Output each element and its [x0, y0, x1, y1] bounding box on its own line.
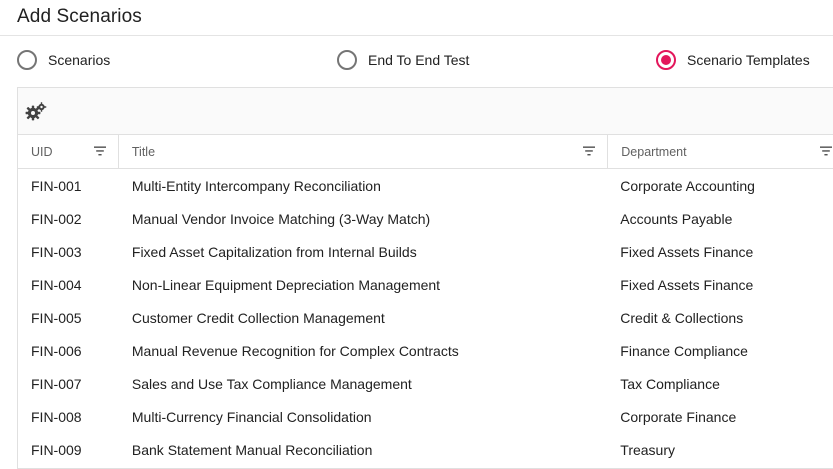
table-row[interactable]: FIN-002 Manual Vendor Invoice Matching (…: [18, 202, 833, 235]
cell-uid: FIN-009: [31, 441, 82, 458]
cell-department: Finance Compliance: [620, 342, 748, 359]
grid-body: FIN-001 Multi-Entity Intercompany Reconc…: [18, 169, 833, 466]
cell-uid: FIN-002: [31, 210, 82, 227]
filter-icon[interactable]: [93, 146, 106, 156]
grid-header-row: UID Title Department: [18, 135, 833, 169]
radio-scenario-templates[interactable]: Scenario Templates: [656, 50, 810, 70]
cell-title: Bank Statement Manual Reconciliation: [131, 441, 373, 458]
cell-department: Accounts Payable: [620, 210, 733, 227]
radio-label: Scenarios: [48, 52, 111, 68]
radio-scenarios[interactable]: Scenarios: [17, 50, 110, 70]
radio-circle[interactable]: [656, 50, 676, 70]
table-row[interactable]: FIN-003 Fixed Asset Capitalization from …: [18, 235, 833, 268]
radio-end-to-end-test[interactable]: End To End Test: [337, 50, 469, 70]
radio-circle[interactable]: [17, 50, 37, 70]
scenario-templates-grid: UID Title Department FIN-001 Multi-Entit…: [17, 87, 833, 469]
filter-icon[interactable]: [583, 146, 596, 156]
cell-title: Multi-Currency Financial Consolidation: [131, 408, 372, 425]
cell-title: Fixed Asset Capitalization from Internal…: [131, 243, 417, 260]
cell-uid: FIN-005: [31, 309, 82, 326]
table-row[interactable]: FIN-006 Manual Revenue Recognition for C…: [18, 334, 833, 367]
cell-department: Fixed Assets Finance: [620, 276, 754, 293]
column-header-uid[interactable]: UID: [18, 135, 119, 168]
cell-department: Fixed Assets Finance: [620, 243, 754, 260]
cell-uid: FIN-008: [31, 408, 82, 425]
scenario-type-radio-group: Scenarios End To End Test Scenario Templ…: [0, 36, 833, 86]
radio-circle[interactable]: [337, 50, 357, 70]
table-row[interactable]: FIN-009 Bank Statement Manual Reconcilia…: [18, 433, 833, 466]
table-row[interactable]: FIN-004 Non-Linear Equipment Depreciatio…: [18, 268, 833, 301]
cell-uid: FIN-007: [31, 375, 82, 392]
cell-department: Credit & Collections: [620, 309, 744, 326]
gears-icon[interactable]: [25, 102, 47, 122]
table-row[interactable]: FIN-008 Multi-Currency Financial Consoli…: [18, 400, 833, 433]
filter-icon[interactable]: [820, 146, 832, 156]
page-title: Add Scenarios: [17, 6, 142, 27]
grid-toolbar: [18, 88, 833, 135]
cell-department: Tax Compliance: [620, 375, 720, 392]
column-header-department[interactable]: Department: [608, 135, 833, 168]
cell-department: Corporate Finance: [620, 408, 737, 425]
cell-title: Multi-Entity Intercompany Reconciliation: [131, 177, 381, 194]
cell-title: Non-Linear Equipment Depreciation Manage…: [131, 276, 441, 293]
cell-uid: FIN-006: [31, 342, 82, 359]
cell-title: Customer Credit Collection Management: [131, 309, 385, 326]
cell-uid: FIN-001: [31, 177, 82, 194]
dialog-header: Add Scenarios: [0, 0, 833, 36]
cell-uid: FIN-003: [31, 243, 82, 260]
table-row[interactable]: FIN-001 Multi-Entity Intercompany Reconc…: [18, 169, 833, 202]
table-row[interactable]: FIN-005 Customer Credit Collection Manag…: [18, 301, 833, 334]
column-header-title[interactable]: Title: [119, 135, 609, 168]
radio-label: End To End Test: [368, 52, 470, 68]
cell-uid: FIN-004: [31, 276, 82, 293]
radio-label: Scenario Templates: [687, 52, 810, 68]
cell-department: Corporate Accounting: [620, 177, 755, 194]
cell-title: Manual Vendor Invoice Matching (3-Way Ma…: [131, 210, 431, 227]
table-row[interactable]: FIN-007 Sales and Use Tax Compliance Man…: [18, 367, 833, 400]
cell-department: Treasury: [620, 441, 675, 458]
cell-title: Manual Revenue Recognition for Complex C…: [131, 342, 459, 359]
cell-title: Sales and Use Tax Compliance Management: [131, 375, 412, 392]
